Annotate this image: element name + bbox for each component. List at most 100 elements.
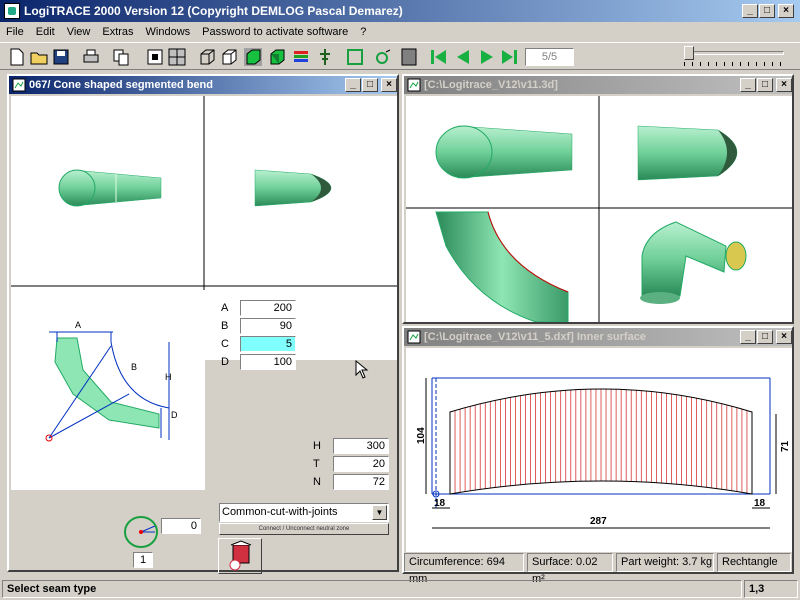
bend-sketch[interactable]: A B H D <box>11 290 205 490</box>
seam-tool-icon <box>229 540 252 571</box>
minimize-icon[interactable]: _ <box>742 4 758 18</box>
parameters-window: 067/ Cone shaped segmented bend _ □ × A … <box>7 74 399 572</box>
param-h-input[interactable]: 300 <box>333 438 389 454</box>
menu-edit[interactable]: Edit <box>30 22 61 42</box>
menu-windows[interactable]: Windows <box>140 22 197 42</box>
param-t-input[interactable]: 20 <box>333 456 389 472</box>
quad-view-icon[interactable] <box>166 46 188 68</box>
child-close-icon[interactable]: × <box>381 78 397 92</box>
child-minimize-icon[interactable]: _ <box>345 78 361 92</box>
app-icon[interactable] <box>4 3 20 19</box>
3d-view-window-titlebar: [C:\Logitrace_V12\v11.3d] <box>404 76 792 94</box>
angle-input[interactable]: 0 <box>161 518 201 534</box>
status-bar: Select seam type 1,3 <box>0 578 800 600</box>
dropdown-arrow-icon[interactable]: ▼ <box>372 505 387 520</box>
status-position: 1,3 <box>744 580 798 598</box>
param-d-input[interactable]: 100 <box>240 354 296 370</box>
circumference-info: Circumference: 694 mm <box>404 553 524 585</box>
print-icon[interactable] <box>80 46 102 68</box>
param-label-h: H <box>313 440 321 452</box>
status-message: Select seam type <box>2 580 742 598</box>
zoom-slider-track[interactable] <box>684 51 784 55</box>
angle-gauge-icon[interactable] <box>121 514 161 550</box>
prev-page-icon[interactable] <box>452 46 474 68</box>
bend-dimension-sketch: A B H D <box>45 320 178 442</box>
document-icon <box>407 330 421 344</box>
menu-extras[interactable]: Extras <box>96 22 139 42</box>
param-b-input[interactable]: 90 <box>240 318 296 334</box>
last-page-icon[interactable] <box>498 46 520 68</box>
param-label-c: C <box>221 338 229 350</box>
hidden-cube-icon[interactable] <box>218 46 240 68</box>
param-label-n: N <box>313 476 321 488</box>
sketch-label-b: B <box>131 362 137 372</box>
child-maximize-icon[interactable]: □ <box>362 78 378 92</box>
first-page-icon[interactable] <box>428 46 450 68</box>
menu-password[interactable]: Password to activate software <box>196 22 354 42</box>
child-maximize-icon[interactable]: □ <box>757 330 773 344</box>
parameters-window-title: 067/ Cone shaped segmented bend <box>29 79 213 91</box>
new-file-icon[interactable] <box>6 46 28 68</box>
param-c-input[interactable]: 5 <box>240 336 296 352</box>
menu-help[interactable]: ? <box>354 22 372 42</box>
maximize-icon[interactable]: □ <box>759 4 775 18</box>
next-page-icon[interactable] <box>476 46 498 68</box>
flat-pattern-view[interactable]: 104 71 18 18 287 <box>406 348 792 552</box>
connect-neutral-zone-button[interactable]: Connect / Unconnect neutral zone <box>219 523 389 535</box>
tree-icon[interactable] <box>314 46 336 68</box>
shaded-cube-icon[interactable] <box>242 46 264 68</box>
seam-tool-button[interactable] <box>218 538 262 574</box>
child-minimize-icon[interactable]: _ <box>740 78 756 92</box>
copy-icon[interactable] <box>110 46 132 68</box>
flat-pattern-window: [C:\Logitrace_V12\v11_5.dxf] Inner surfa… <box>402 326 794 574</box>
curve-tool-icon[interactable] <box>372 46 394 68</box>
child-maximize-icon[interactable]: □ <box>757 78 773 92</box>
3d-view-window-title: [C:\Logitrace_V12\v11.3d] <box>424 79 558 91</box>
3d-model-views <box>406 96 792 323</box>
sketch-label-a: A <box>75 320 81 330</box>
cut-lines-group <box>449 389 753 494</box>
3d-view-window: [C:\Logitrace_V12\v11.3d] _ □ × <box>402 74 794 324</box>
dim-right-height: 71 <box>780 440 791 452</box>
dim-left-offset: 18 <box>434 498 446 509</box>
param-label-a: A <box>221 302 229 314</box>
sketch-label-d: D <box>171 410 178 420</box>
zoom-slider-thumb[interactable] <box>684 46 694 60</box>
help-book-icon[interactable] <box>398 46 420 68</box>
menu-file[interactable]: File <box>0 22 30 42</box>
document-icon <box>407 78 421 92</box>
param-label-t: T <box>313 458 320 470</box>
single-view-icon[interactable] <box>144 46 166 68</box>
child-close-icon[interactable]: × <box>776 78 792 92</box>
dim-left-height: 104 <box>416 427 427 444</box>
solid-cube-icon[interactable] <box>266 46 288 68</box>
slider-ticks <box>684 62 784 66</box>
sketch-label-h: H <box>165 372 172 382</box>
save-icon[interactable] <box>50 46 72 68</box>
flat-pattern-drawing: 104 71 18 18 287 <box>416 377 791 529</box>
page-counter: 5/5 <box>525 48 574 66</box>
menu-view[interactable]: View <box>61 22 97 42</box>
shape-info: Rechtangle <box>717 553 791 572</box>
weight-info: Part weight: 3.7 kg <box>616 553 714 572</box>
app-title-bar: LogiTRACE 2000 Version 12 (Copyright DEM… <box>0 0 800 22</box>
color-bars-icon[interactable] <box>290 46 312 68</box>
param-a-input[interactable]: 200 <box>240 300 296 316</box>
dim-width: 287 <box>590 516 607 527</box>
count-input[interactable]: 1 <box>133 552 153 568</box>
3d-viewports[interactable] <box>406 96 792 323</box>
wire-cube-icon[interactable] <box>196 46 218 68</box>
child-close-icon[interactable]: × <box>776 330 792 344</box>
surface-info: Surface: 0.02 m² <box>527 553 613 585</box>
param-label-d: D <box>221 356 229 368</box>
param-n-input[interactable]: 72 <box>333 474 389 490</box>
mouse-cursor-icon <box>355 360 369 379</box>
parameters-window-titlebar: 067/ Cone shaped segmented bend <box>9 76 397 94</box>
seam-type-select[interactable]: Common-cut-with-joints ▼ <box>219 503 389 522</box>
open-folder-icon[interactable] <box>28 46 50 68</box>
app-title: LogiTRACE 2000 Version 12 (Copyright DEM… <box>24 4 403 18</box>
seam-type-value: Common-cut-with-joints <box>222 506 338 518</box>
frame-icon[interactable] <box>344 46 366 68</box>
close-icon[interactable]: × <box>778 4 794 18</box>
child-minimize-icon[interactable]: _ <box>740 330 756 344</box>
